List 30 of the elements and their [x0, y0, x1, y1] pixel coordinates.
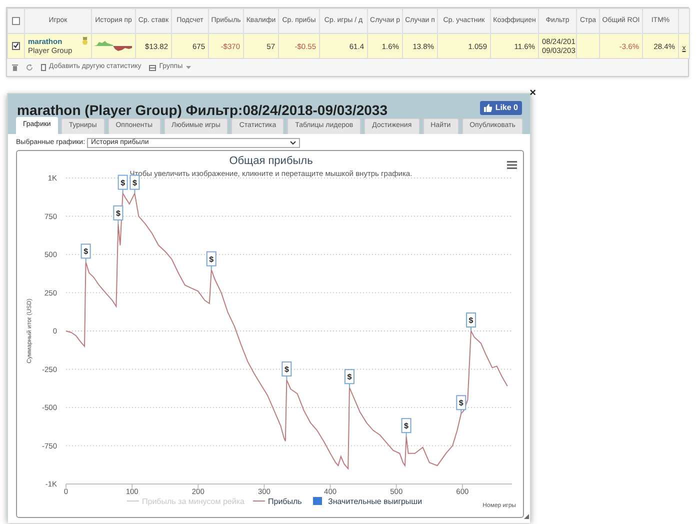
- annotation: $: [209, 254, 214, 264]
- medal-icon: [82, 36, 88, 44]
- legend-item[interactable]: Значительные выигрыши: [313, 497, 422, 506]
- legend-item[interactable]: Прибыль: [252, 497, 302, 506]
- document-icon: [41, 64, 46, 71]
- annotation: $: [116, 208, 121, 218]
- chart-title: Общая прибыль: [229, 155, 313, 167]
- grid-icon: [149, 64, 156, 70]
- annotation: $: [404, 422, 410, 431]
- thumbs-up-icon: [484, 104, 492, 112]
- row-checkbox[interactable]: [12, 42, 20, 50]
- annotation: $: [347, 372, 352, 382]
- resize-handle-icon[interactable]: [524, 514, 529, 519]
- chevron-icon: [290, 141, 296, 145]
- sparkline-drawing: [94, 41, 132, 51]
- trash-icon[interactable]: [12, 64, 18, 71]
- select-all-checkbox[interactable]: [12, 16, 20, 25]
- annotation: $: [120, 178, 126, 188]
- annotation: $: [458, 398, 464, 408]
- caret-icon: [186, 66, 191, 69]
- like-button[interactable]: Like 0: [480, 101, 522, 115]
- legend-label: Прибыль: [268, 497, 302, 506]
- annotation: $: [468, 316, 474, 325]
- annotation: $: [132, 178, 138, 188]
- annotation: $: [84, 247, 89, 256]
- close-button[interactable]: ×: [530, 88, 536, 99]
- annotation: $: [284, 364, 290, 374]
- menu-icon[interactable]: [507, 161, 517, 169]
- refresh-icon[interactable]: [26, 64, 33, 71]
- window-title: marathon (Player Group) Фильтр:08/24/2018-09/03/2033: [17, 101, 388, 120]
